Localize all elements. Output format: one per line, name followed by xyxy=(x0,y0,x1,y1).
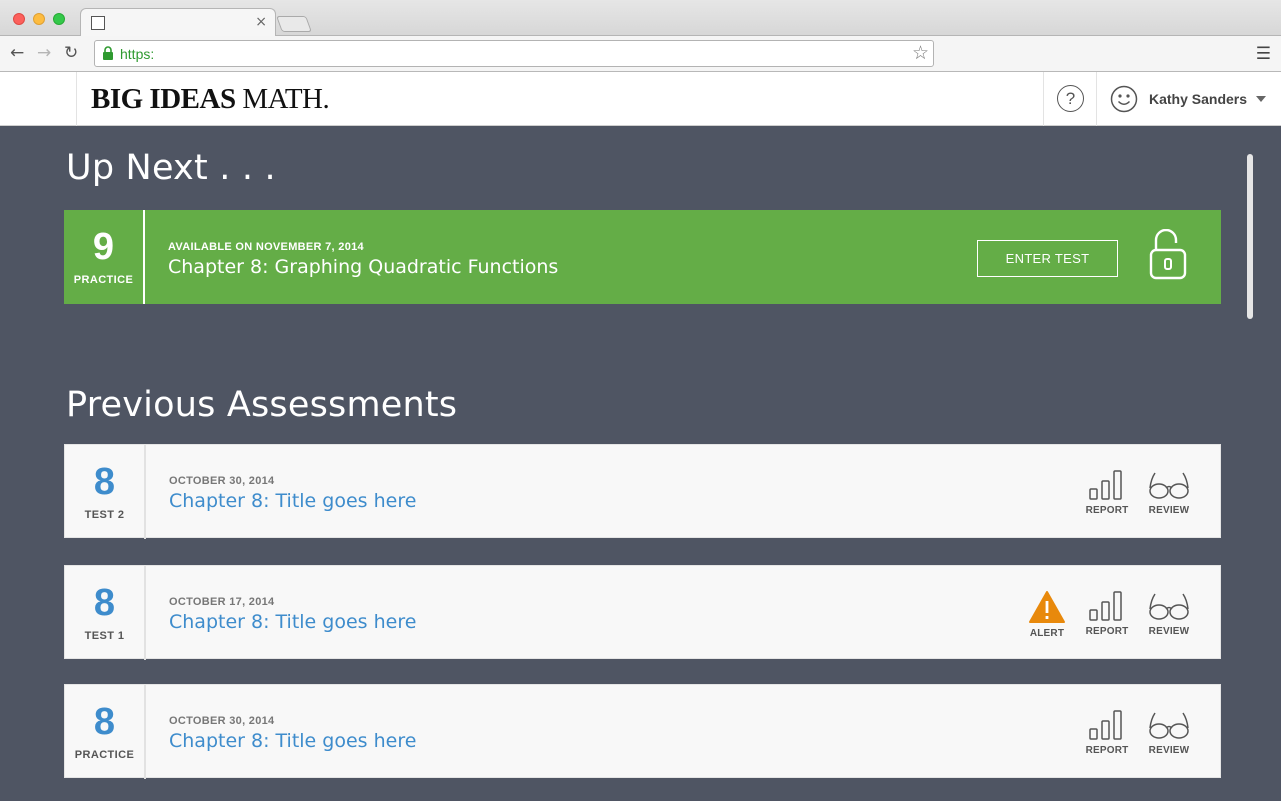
up-next-heading: Up Next . . . xyxy=(66,148,276,188)
reload-icon[interactable]: ↻ xyxy=(64,43,78,63)
assessment-type: TEST 1 xyxy=(84,630,125,642)
unlocked-padlock-icon xyxy=(1149,229,1187,280)
chapter-number: 9 xyxy=(92,226,115,268)
report-label: REPORT xyxy=(1085,745,1129,756)
maximize-window-button[interactable] xyxy=(53,13,65,25)
close-tab-icon[interactable]: × xyxy=(255,14,267,30)
forward-arrow-icon[interactable]: → xyxy=(37,43,51,63)
lock-icon xyxy=(103,46,113,60)
assessment-date: OCTOBER 30, 2014 xyxy=(169,475,275,487)
bookmark-star-icon[interactable]: ☆ xyxy=(912,42,929,64)
bar-chart-icon xyxy=(1089,470,1122,500)
enter-test-button[interactable]: ENTER TEST xyxy=(977,240,1118,277)
header-divider xyxy=(76,72,77,126)
glasses-icon xyxy=(1149,712,1189,739)
review-button[interactable]: REVIEW xyxy=(1144,709,1194,761)
glasses-icon xyxy=(1149,593,1189,620)
report-button[interactable]: REPORT xyxy=(1082,590,1132,642)
report-button[interactable]: REPORT xyxy=(1082,469,1132,521)
chapter-number: 8 xyxy=(93,582,116,624)
minimize-window-button[interactable] xyxy=(33,13,45,25)
assessment-type: PRACTICE xyxy=(74,749,135,761)
assessment-title-link[interactable]: Chapter 8: Title goes here xyxy=(169,611,416,633)
assessment-title-link[interactable]: Chapter 8: Title goes here xyxy=(169,490,416,512)
glasses-icon xyxy=(1149,472,1189,499)
address-bar[interactable]: https: ☆ xyxy=(94,40,934,67)
alert-button[interactable]: ALERT xyxy=(1022,590,1072,642)
assessment-card[interactable]: 8 TEST 2 OCTOBER 30, 2014 Chapter 8: Tit… xyxy=(64,444,1221,539)
review-button[interactable]: REVIEW xyxy=(1144,469,1194,521)
assessment-badge: 9 PRACTICE xyxy=(64,210,145,304)
back-arrow-icon[interactable]: ← xyxy=(10,43,24,63)
smiley-face-icon xyxy=(1110,85,1138,113)
assessment-type: TEST 2 xyxy=(84,509,125,521)
alert-label: ALERT xyxy=(1029,628,1065,639)
url-text: https: xyxy=(120,46,155,62)
review-button[interactable]: REVIEW xyxy=(1144,590,1194,642)
assessment-card[interactable]: 8 PRACTICE OCTOBER 30, 2014 Chapter 8: T… xyxy=(64,684,1221,779)
assessment-badge: 8 TEST 1 xyxy=(65,566,146,660)
assessment-title: Chapter 8: Graphing Quadratic Functions xyxy=(168,256,559,278)
bar-chart-icon xyxy=(1089,591,1122,621)
browser-menu-icon[interactable]: ☰ xyxy=(1256,44,1271,64)
chapter-number: 8 xyxy=(93,701,116,743)
report-label: REPORT xyxy=(1085,505,1129,516)
help-button[interactable]: ? xyxy=(1043,72,1097,126)
assessment-type: PRACTICE xyxy=(73,274,134,286)
bar-chart-icon xyxy=(1089,710,1122,740)
up-next-card[interactable]: 9 PRACTICE AVAILABLE ON NOVEMBER 7, 2014… xyxy=(64,210,1221,304)
close-window-button[interactable] xyxy=(13,13,25,25)
chevron-down-icon xyxy=(1256,96,1266,102)
new-tab-button[interactable] xyxy=(276,16,312,32)
report-button[interactable]: REPORT xyxy=(1082,709,1132,761)
app-header: BIG IDEAS MATH. ? Kathy Sanders xyxy=(0,72,1281,126)
availability-date: AVAILABLE ON NOVEMBER 7, 2014 xyxy=(168,241,364,253)
browser-tab[interactable]: × xyxy=(80,8,276,37)
previous-assessments-heading: Previous Assessments xyxy=(66,385,458,425)
page-favicon-icon xyxy=(91,16,105,30)
scrollbar-thumb[interactable] xyxy=(1247,154,1253,319)
assessment-card[interactable]: 8 TEST 1 OCTOBER 17, 2014 Chapter 8: Tit… xyxy=(64,565,1221,660)
review-label: REVIEW xyxy=(1148,626,1190,637)
user-menu[interactable]: Kathy Sanders xyxy=(1098,72,1281,126)
big-ideas-math-logo[interactable]: BIG IDEAS MATH. xyxy=(91,83,330,116)
help-icon: ? xyxy=(1057,85,1084,112)
chapter-number: 8 xyxy=(93,461,116,503)
browser-toolbar: ← → ↻ https: ☆ ☰ xyxy=(0,36,1281,72)
assessment-title-link[interactable]: Chapter 8: Title goes here xyxy=(169,730,416,752)
main-content: Up Next . . . 9 PRACTICE AVAILABLE ON NO… xyxy=(0,127,1281,801)
assessment-badge: 8 PRACTICE xyxy=(65,685,146,779)
review-label: REVIEW xyxy=(1148,745,1190,756)
review-label: REVIEW xyxy=(1148,505,1190,516)
assessment-date: OCTOBER 17, 2014 xyxy=(169,596,275,608)
assessment-date: OCTOBER 30, 2014 xyxy=(169,715,275,727)
warning-icon xyxy=(1029,591,1065,623)
report-label: REPORT xyxy=(1085,626,1129,637)
assessment-badge: 8 TEST 2 xyxy=(65,445,146,539)
user-name: Kathy Sanders xyxy=(1149,91,1248,107)
browser-tab-strip: × xyxy=(0,0,1281,37)
